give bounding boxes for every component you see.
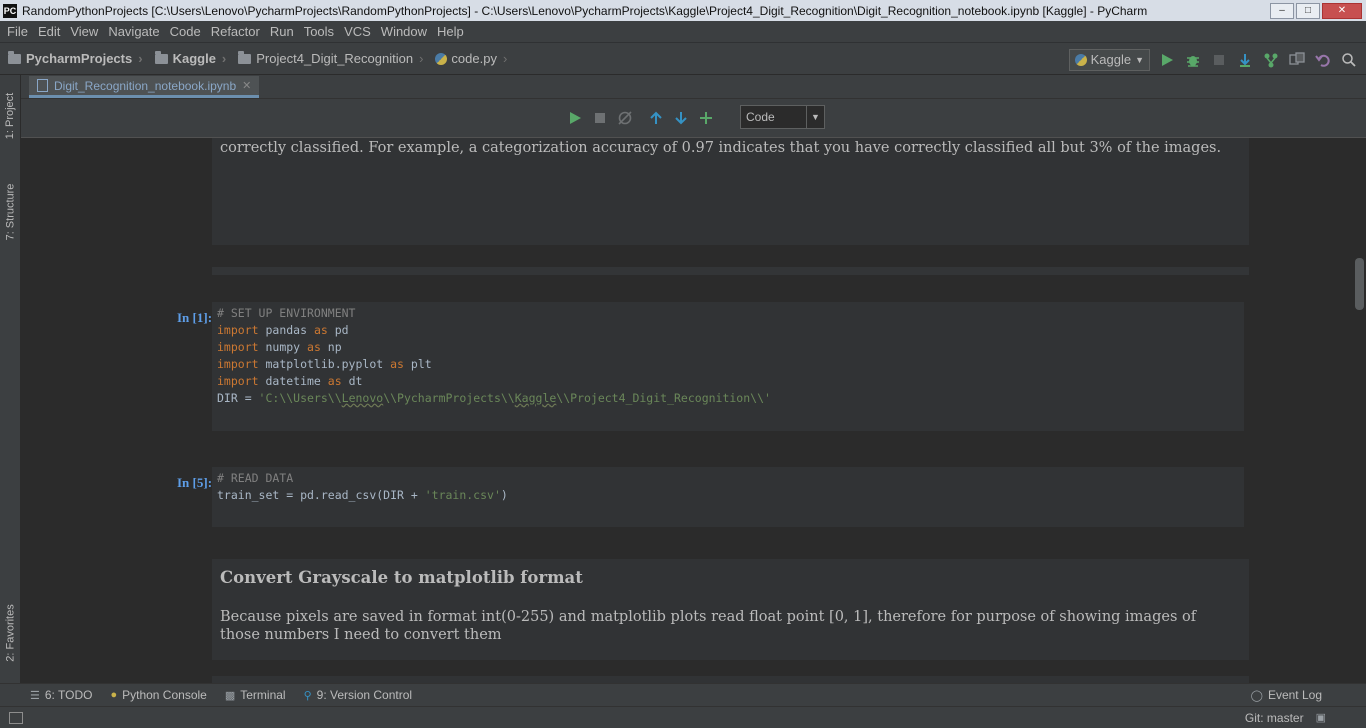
window-title: RandomPythonProjects [C:\Users\Lenovo\Py…	[22, 3, 1148, 18]
tool-tab-project[interactable]: 1: Project	[0, 81, 21, 151]
menu-code[interactable]: Code	[165, 24, 206, 39]
menu-help[interactable]: Help	[432, 24, 469, 39]
git-branch-widget[interactable]: Git: master	[1245, 711, 1304, 725]
markdown-text: correctly classified. For example, a cat…	[220, 140, 1222, 156]
markdown-heading: Convert Grayscale to matplotlib format	[220, 568, 583, 587]
minimize-button[interactable]: –	[1270, 2, 1294, 19]
breadcrumb-project4[interactable]: Project4_Digit_Recognition ›	[230, 50, 427, 66]
empty-cell[interactable]	[212, 267, 1249, 275]
status-bar: Git: master ▣	[0, 706, 1366, 728]
chevron-right-icon: ›	[138, 51, 143, 66]
stop-icon[interactable]	[1210, 51, 1228, 69]
vcs-update-icon[interactable]	[1236, 51, 1254, 69]
tool-tab-python-console[interactable]: ● Python Console	[101, 688, 215, 702]
chevron-right-icon: ›	[419, 51, 424, 66]
menu-edit[interactable]: Edit	[33, 24, 65, 39]
menu-run[interactable]: Run	[265, 24, 299, 39]
chevron-down-icon: ▼	[806, 106, 824, 128]
vcs-commit-icon[interactable]	[1262, 51, 1280, 69]
tool-tab-favorites[interactable]: 2: Favorites	[0, 593, 21, 673]
version-control-icon: ⚲	[303, 689, 312, 702]
tool-tab-version-control[interactable]: ⚲ 9: Version Control	[295, 688, 421, 702]
debug-icon[interactable]	[1184, 51, 1202, 69]
breadcrumb-code-py[interactable]: code.py ›	[427, 51, 511, 66]
code-cell[interactable]: # SET UP ENVIRONMENT import pandas as pd…	[212, 302, 1244, 431]
menu-vcs[interactable]: VCS	[339, 24, 376, 39]
chevron-down-icon: ▼	[1135, 54, 1144, 65]
folder-icon	[238, 50, 252, 64]
markdown-cell[interactable]: Convert Grayscale to matplotlib format B…	[212, 559, 1249, 660]
window-titlebar: PC RandomPythonProjects [C:\Users\Lenovo…	[0, 0, 1366, 21]
menu-tools[interactable]: Tools	[299, 24, 339, 39]
breadcrumb-kaggle[interactable]: Kaggle ›	[147, 50, 231, 66]
cell-prompt: In [1]:	[177, 310, 213, 325]
chevron-right-icon: ›	[502, 51, 508, 66]
folder-icon	[154, 50, 168, 64]
breadcrumb-pycharmprojects[interactable]: PycharmProjects ›	[0, 50, 147, 66]
vertical-scrollbar[interactable]	[1355, 258, 1364, 310]
move-cell-up-icon[interactable]	[647, 109, 665, 127]
code-cell[interactable]	[212, 676, 1249, 683]
notebook-file-icon	[37, 79, 48, 92]
pycharm-icon: PC	[3, 3, 17, 18]
search-icon[interactable]	[1340, 51, 1358, 69]
tool-tab-event-log[interactable]: ◯ Event Log	[1242, 688, 1366, 702]
move-cell-down-icon[interactable]	[672, 109, 690, 127]
notebook-toolbar: Code ▼	[21, 99, 1366, 138]
stop-kernel-icon[interactable]	[591, 109, 609, 127]
menu-window[interactable]: Window	[376, 24, 432, 39]
chevron-right-icon: ›	[221, 51, 227, 66]
add-cell-icon[interactable]	[697, 109, 715, 127]
code-cell[interactable]: # READ DATA train_set = pd.read_csv(DIR …	[212, 467, 1244, 527]
restart-kernel-icon[interactable]	[616, 109, 634, 127]
menu-file[interactable]: File	[2, 24, 33, 39]
lock-icon[interactable]: ▣	[1316, 711, 1326, 724]
maximize-button[interactable]: □	[1296, 2, 1320, 19]
tool-windows-toggle-icon[interactable]	[9, 711, 23, 724]
python-icon: ●	[110, 689, 118, 701]
revert-icon[interactable]	[1314, 51, 1332, 69]
navigation-bar: PycharmProjects › Kaggle › Project4_Digi…	[0, 42, 1366, 75]
tool-tab-todo[interactable]: ☰ 6: TODO	[0, 688, 101, 702]
tool-tab-terminal[interactable]: ▩ Terminal	[216, 688, 295, 702]
notebook-editor: correctly classified. For example, a cat…	[21, 138, 1366, 683]
run-cell-icon[interactable]	[566, 109, 584, 127]
code-editor[interactable]: # READ DATA train_set = pd.read_csv(DIR …	[217, 470, 508, 504]
compare-icon[interactable]	[1288, 51, 1306, 69]
cell-type-select[interactable]: Code ▼	[740, 105, 825, 129]
menu-navigate[interactable]: Navigate	[103, 24, 164, 39]
code-editor[interactable]: # SET UP ENVIRONMENT import pandas as pd…	[217, 305, 771, 407]
python-icon	[1074, 53, 1087, 66]
menu-refactor[interactable]: Refactor	[206, 24, 265, 39]
editor-tab-notebook[interactable]: Digit_Recognition_notebook.ipynb ✕	[29, 76, 260, 98]
editor-tab-bar: Digit_Recognition_notebook.ipynb ✕	[21, 75, 1366, 99]
todo-icon: ☰	[30, 689, 40, 702]
python-file-icon	[435, 52, 448, 65]
bottom-tool-tabs: ☰ 6: TODO ● Python Console ▩ Terminal ⚲ …	[0, 683, 1366, 706]
tool-tab-structure[interactable]: 7: Structure	[0, 167, 21, 257]
markdown-text: Because pixels are saved in format int(0…	[220, 609, 1197, 643]
run-configuration-select[interactable]: Kaggle ▼	[1068, 48, 1150, 71]
folder-icon	[8, 50, 21, 64]
left-tool-strip: 1: Project 7: Structure 2: Favorites	[0, 75, 21, 683]
event-log-icon: ◯	[1250, 689, 1263, 702]
close-tab-icon[interactable]: ✕	[242, 79, 251, 92]
close-button[interactable]: ✕	[1322, 2, 1362, 19]
terminal-icon: ▩	[224, 689, 236, 702]
menu-view[interactable]: View	[65, 24, 103, 39]
markdown-cell[interactable]: correctly classified. For example, a cat…	[212, 138, 1249, 245]
cell-prompt: In [5]:	[177, 475, 213, 490]
menu-bar: File Edit View Navigate Code Refactor Ru…	[0, 21, 1366, 42]
run-icon[interactable]	[1158, 51, 1176, 69]
